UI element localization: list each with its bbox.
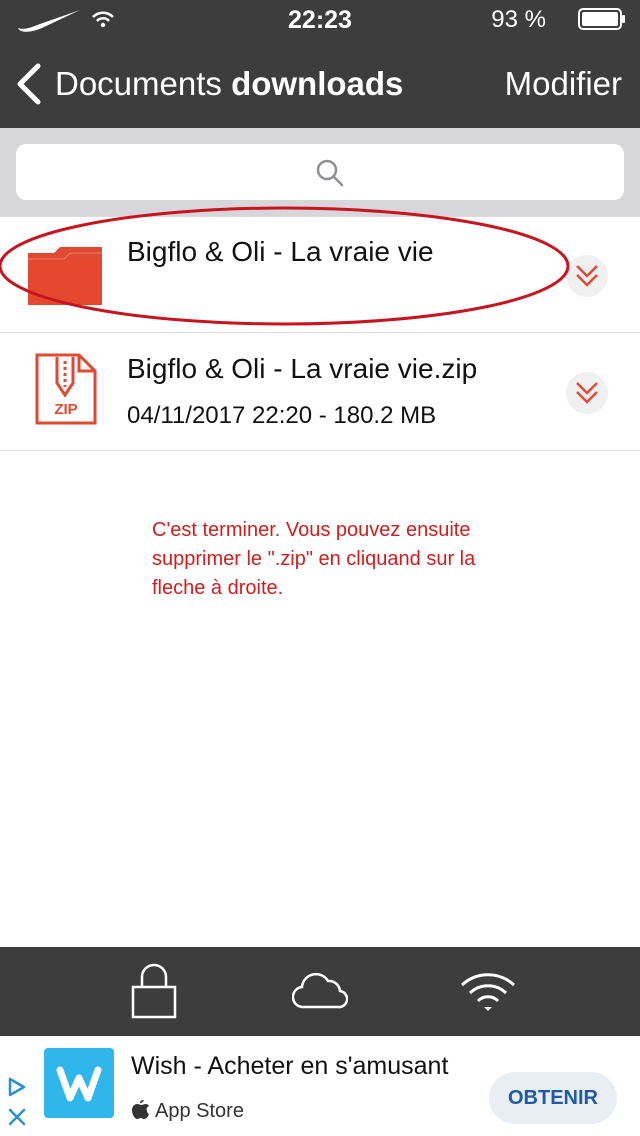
file-meta: 04/11/2017 22:20 - 180.2 MB [127, 402, 437, 429]
file-name: Bigflo & Oli - La vraie vie [127, 236, 434, 267]
folder-icon [28, 247, 102, 305]
get-app-button[interactable]: OBTENIR [489, 1072, 617, 1124]
cloud-icon[interactable] [292, 971, 348, 1011]
file-name: Bigflo & Oli - La vraie vie.zip [127, 353, 478, 384]
bottom-tab-bar [0, 947, 640, 1036]
lock-icon[interactable] [130, 963, 178, 1019]
svg-text:ZIP: ZIP [54, 401, 77, 418]
wish-logo-icon [56, 1066, 102, 1102]
back-chevron-icon[interactable] [12, 62, 44, 106]
battery-icon [578, 8, 625, 30]
search-input[interactable] [16, 144, 624, 200]
wish-app-icon [44, 1048, 114, 1118]
ad-store: App Store [131, 1098, 244, 1123]
annotation-text: C'est terminer. Vous pouvez ensuite supp… [152, 519, 476, 599]
battery-percentage: 93 % [491, 6, 546, 33]
ad-store-label: App Store [155, 1100, 244, 1122]
double-chevron-down-icon [576, 382, 598, 404]
back-button-label[interactable]: Documents [55, 65, 222, 102]
search-area [0, 128, 640, 216]
top-bar: 22:23 93 % Documents downloads Modifier [0, 0, 640, 128]
search-icon [316, 159, 344, 187]
close-ad-icon[interactable] [6, 1106, 28, 1128]
ad-title: Wish - Acheter en s'amusant [131, 1052, 449, 1080]
file-row-folder[interactable]: Bigflo & Oli - La vraie vie [0, 216, 640, 333]
nav-title: Documents downloads [55, 65, 403, 103]
status-bar: 22:23 93 % [0, 0, 640, 40]
navigation-bar: Documents downloads Modifier [0, 40, 640, 128]
double-chevron-down-icon [576, 265, 598, 287]
row-actions-button[interactable] [566, 255, 608, 297]
row-actions-button[interactable] [566, 372, 608, 414]
apple-logo-icon [132, 1100, 149, 1119]
zip-file-icon: ZIP [35, 353, 97, 425]
file-row-zip[interactable]: ZIP Bigflo & Oli - La vraie vie.zip 04/1… [0, 334, 640, 451]
wifi-icon[interactable] [458, 971, 518, 1015]
adchoices-icon[interactable] [6, 1076, 28, 1098]
edit-button[interactable]: Modifier [505, 65, 622, 103]
current-folder-name: downloads [231, 65, 404, 102]
ad-banner[interactable]: Wish - Acheter en s'amusant App Store OB… [0, 1036, 640, 1136]
